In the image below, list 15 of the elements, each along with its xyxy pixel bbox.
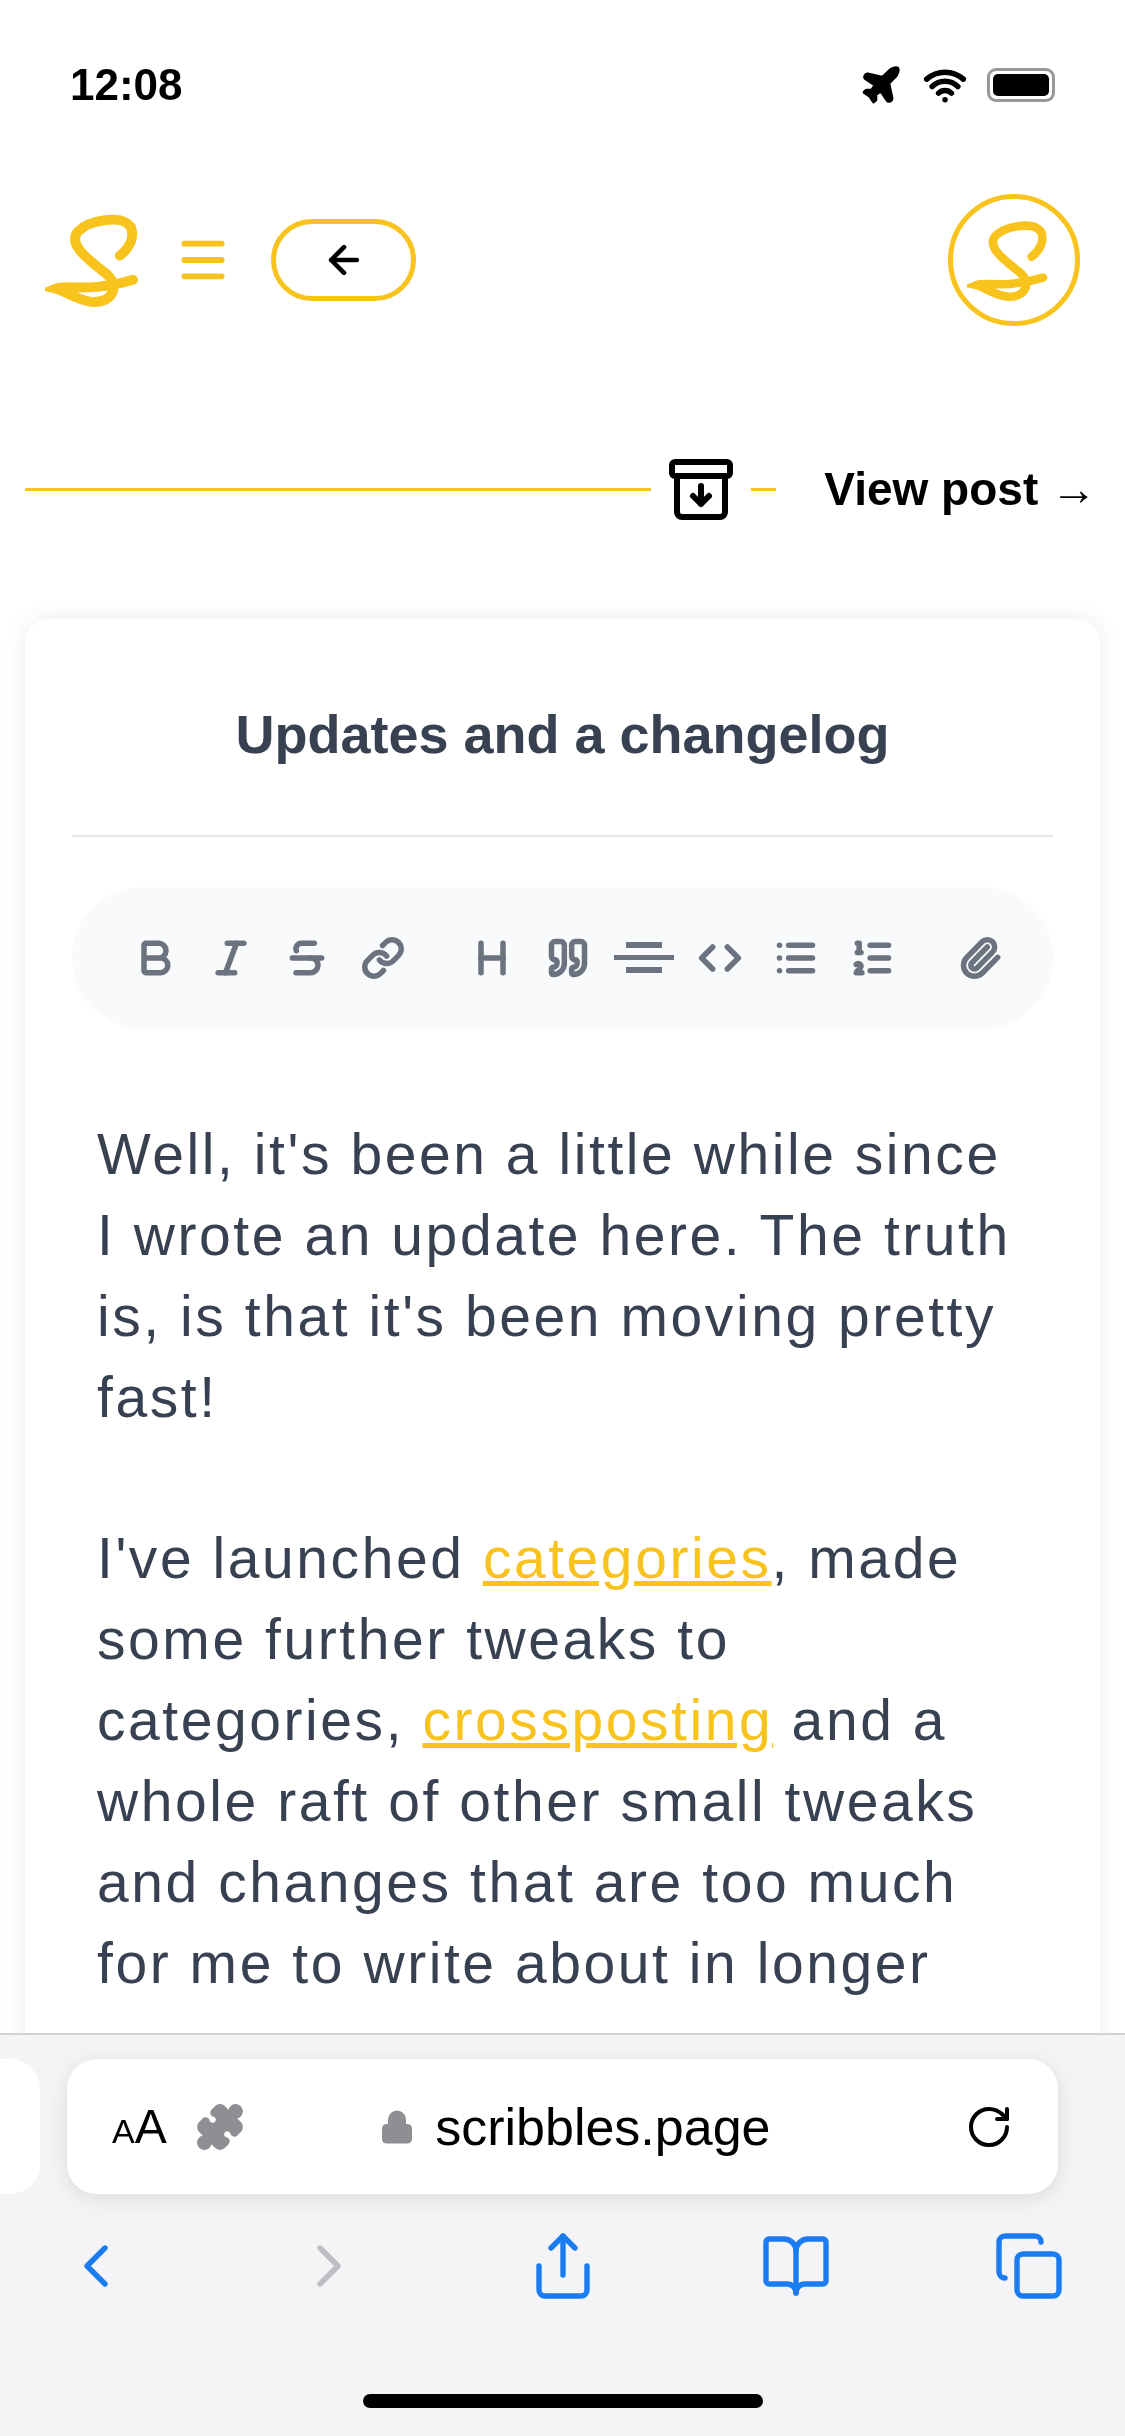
text-size-button[interactable]: AA <box>112 2090 167 2163</box>
battery-icon <box>987 68 1055 102</box>
back-button[interactable] <box>271 219 416 301</box>
paperclip-icon[interactable] <box>958 936 1002 980</box>
link-icon[interactable] <box>361 936 405 980</box>
post-title: Updates and a changelog <box>234 703 891 766</box>
extension-icon[interactable] <box>194 2101 245 2152</box>
view-post-link[interactable]: View post → <box>824 455 1097 524</box>
tabs-icon[interactable] <box>993 2230 1065 2302</box>
url-text: scribbles.page <box>435 2096 771 2158</box>
body-paragraph: Well, it's been a little while since I wrote an update here. The truth is, is that it's been moving pretty fast! <box>97 1121 1012 1431</box>
body-paragraph: I've launched categories, made some further tweaks to categories, crossposting and a whole raft of other small tweaks and changes that are too much for me to write about in longer <box>97 1525 979 1997</box>
archive-icon[interactable] <box>669 458 734 521</box>
status-time: 12:08 <box>70 59 183 111</box>
address-bar[interactable]: AA scribbles.page <box>67 2059 1058 2194</box>
